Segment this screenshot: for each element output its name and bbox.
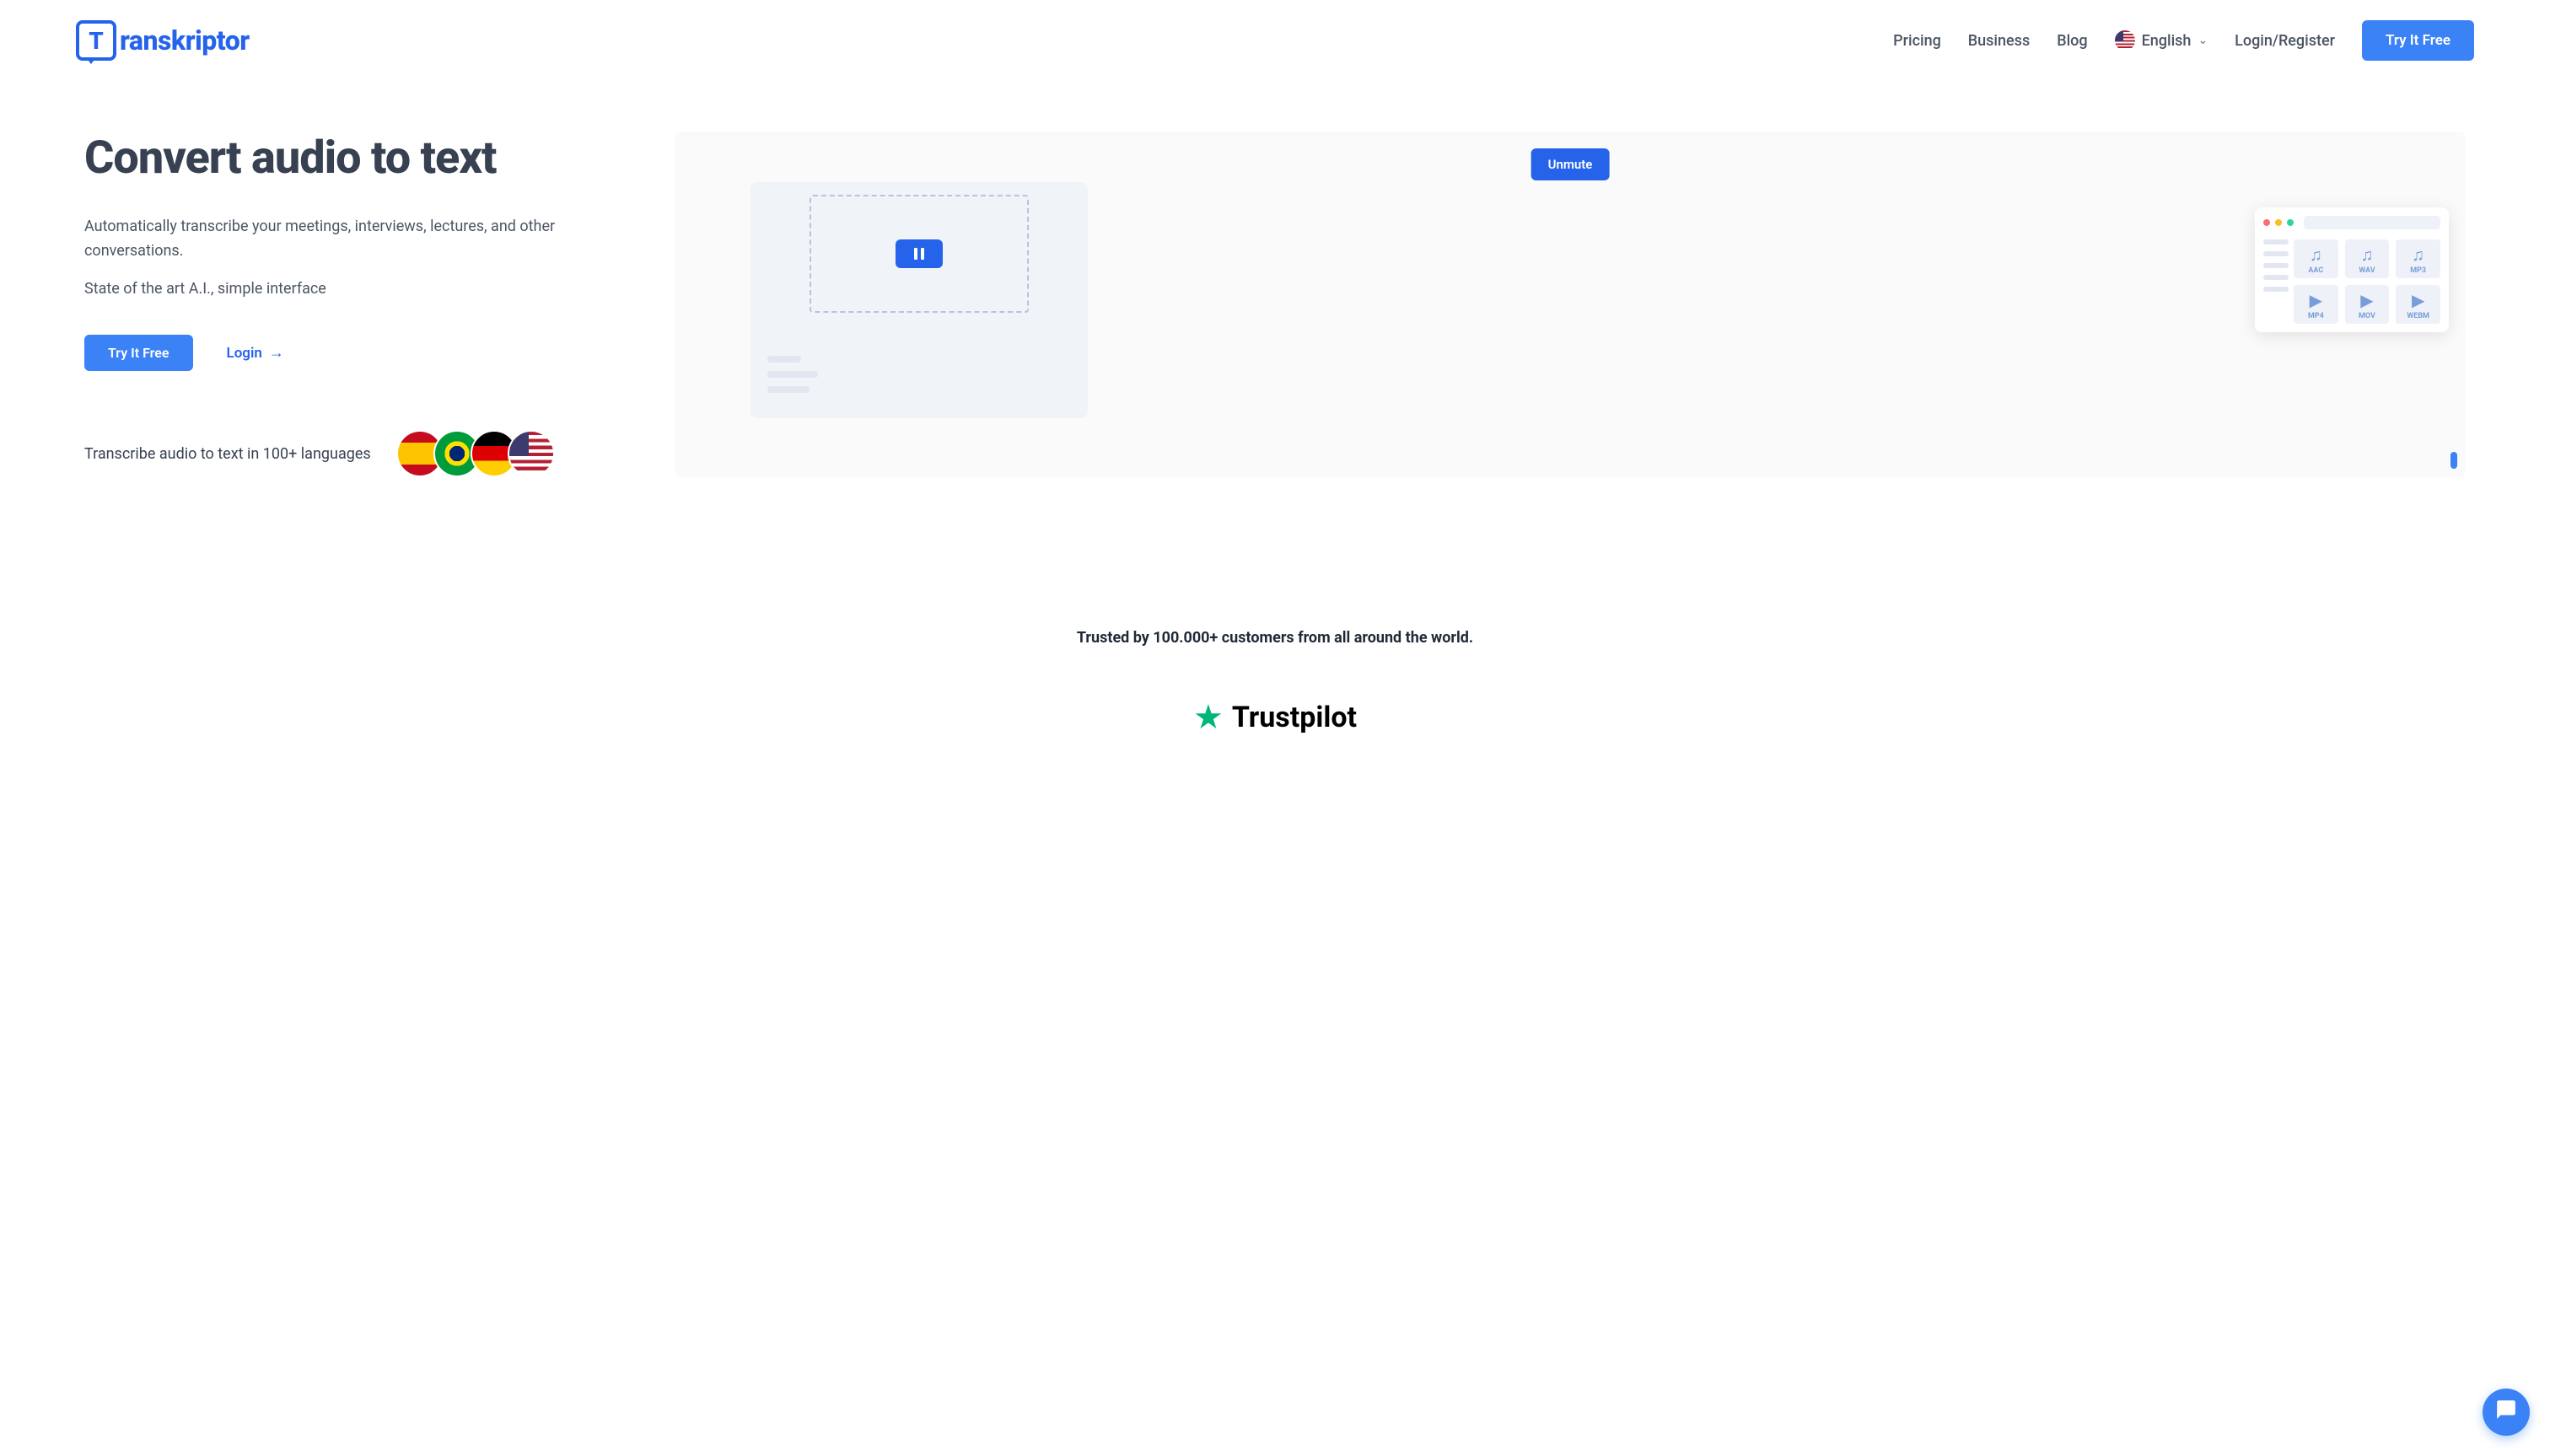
- music-icon: ♫: [2310, 246, 2322, 263]
- language-label: English: [2142, 32, 2192, 50]
- language-selector[interactable]: English ⌄: [2115, 30, 2208, 51]
- file-type-mp3: ♫ MP3: [2396, 239, 2440, 278]
- trust-section: Trusted by 100.000+ customers from all a…: [0, 511, 2550, 771]
- trustpilot-star-icon: ★: [1193, 697, 1224, 737]
- trust-headline: Trusted by 100.000+ customers from all a…: [17, 629, 2533, 647]
- mock-container: ♫ AAC ♫ WAV ♫ MP3 ▶ MP4 ▶ MOV ▶ WEBM: [750, 182, 2449, 477]
- hero-actions: Try It Free Login →: [84, 335, 624, 371]
- file-type-webm: ▶ WEBM: [2396, 285, 2440, 324]
- logo-text: ranskriptor: [120, 24, 250, 56]
- hero-left: Convert audio to text Automatically tran…: [84, 132, 624, 477]
- browser-sidebar: [2263, 239, 2289, 324]
- pause-icon: [896, 239, 943, 268]
- logo-t-letter: T: [89, 27, 104, 55]
- file-type-grid: ♫ AAC ♫ WAV ♫ MP3 ▶ MP4 ▶ MOV ▶ WEBM: [2294, 239, 2440, 324]
- play-icon: ▶: [2360, 292, 2373, 309]
- nav-business[interactable]: Business: [1968, 32, 2030, 50]
- file-type-mov: ▶ MOV: [2345, 285, 2390, 324]
- hero-desc-1: Automatically transcribe your meetings, …: [84, 215, 624, 264]
- file-type-wav: ♫ WAV: [2345, 239, 2390, 278]
- hero-desc-2: State of the art A.I., simple interface: [84, 277, 624, 302]
- scroll-indicator: [2450, 452, 2457, 469]
- file-label: AAC: [2308, 266, 2323, 275]
- flag-us-icon: [2115, 30, 2135, 51]
- nav-blog[interactable]: Blog: [2057, 32, 2087, 50]
- window-min-icon: [2275, 219, 2282, 226]
- languages-row: Transcribe audio to text in 100+ languag…: [84, 430, 624, 477]
- arrow-right-icon: →: [269, 344, 284, 362]
- browser-content: ♫ AAC ♫ WAV ♫ MP3 ▶ MP4 ▶ MOV ▶ WEBM: [2263, 239, 2440, 324]
- mock-browser: ♫ AAC ♫ WAV ♫ MP3 ▶ MP4 ▶ MOV ▶ WEBM: [2255, 207, 2449, 332]
- hero-login-link[interactable]: Login →: [227, 344, 284, 362]
- play-icon: ▶: [2412, 292, 2424, 309]
- mock-dropzone: [810, 195, 1029, 313]
- mock-window: [750, 182, 1088, 418]
- flag-group: [396, 430, 555, 477]
- mock-text-lines: [767, 356, 818, 393]
- file-label: MP4: [2308, 312, 2324, 320]
- trustpilot-logo[interactable]: ★ Trustpilot: [1193, 697, 1357, 737]
- music-icon: ♫: [2360, 246, 2373, 263]
- window-max-icon: [2287, 219, 2294, 226]
- music-icon: ♫: [2412, 246, 2424, 263]
- logo-icon: T: [76, 20, 116, 61]
- file-label: MP3: [2410, 266, 2426, 275]
- header-bar: T ranskriptor Pricing Business Blog Engl…: [0, 0, 2550, 81]
- hero-try-free-button[interactable]: Try It Free: [84, 335, 193, 371]
- hero-section: Convert audio to text Automatically tran…: [0, 81, 2550, 511]
- window-close-icon: [2263, 219, 2270, 226]
- trustpilot-text: Trustpilot: [1232, 701, 1357, 734]
- hero-illustration: Unmute: [675, 132, 2466, 477]
- play-icon: ▶: [2310, 292, 2322, 309]
- logo[interactable]: T ranskriptor: [76, 20, 250, 61]
- file-label: WEBM: [2407, 312, 2429, 320]
- file-type-mp4: ▶ MP4: [2294, 285, 2338, 324]
- hero-title: Convert audio to text: [84, 132, 624, 185]
- chat-widget-button[interactable]: [2483, 1389, 2530, 1436]
- file-type-aac: ♫ AAC: [2294, 239, 2338, 278]
- file-label: MOV: [2359, 312, 2375, 320]
- chat-icon: [2495, 1399, 2517, 1426]
- browser-titlebar: [2263, 216, 2440, 229]
- header-try-free-button[interactable]: Try It Free: [2362, 20, 2474, 61]
- nav-pricing[interactable]: Pricing: [1893, 32, 1941, 50]
- chevron-down-icon: ⌄: [2198, 34, 2208, 47]
- file-label: WAV: [2359, 266, 2375, 275]
- unmute-button[interactable]: Unmute: [1531, 148, 1610, 180]
- browser-url-bar: [2304, 216, 2440, 229]
- nav-login-register[interactable]: Login/Register: [2235, 32, 2335, 50]
- flag-usa-icon: [508, 430, 555, 477]
- languages-text: Transcribe audio to text in 100+ languag…: [84, 445, 371, 463]
- main-nav: Pricing Business Blog English ⌄ Login/Re…: [1893, 20, 2474, 61]
- login-link-text: Login: [227, 345, 262, 362]
